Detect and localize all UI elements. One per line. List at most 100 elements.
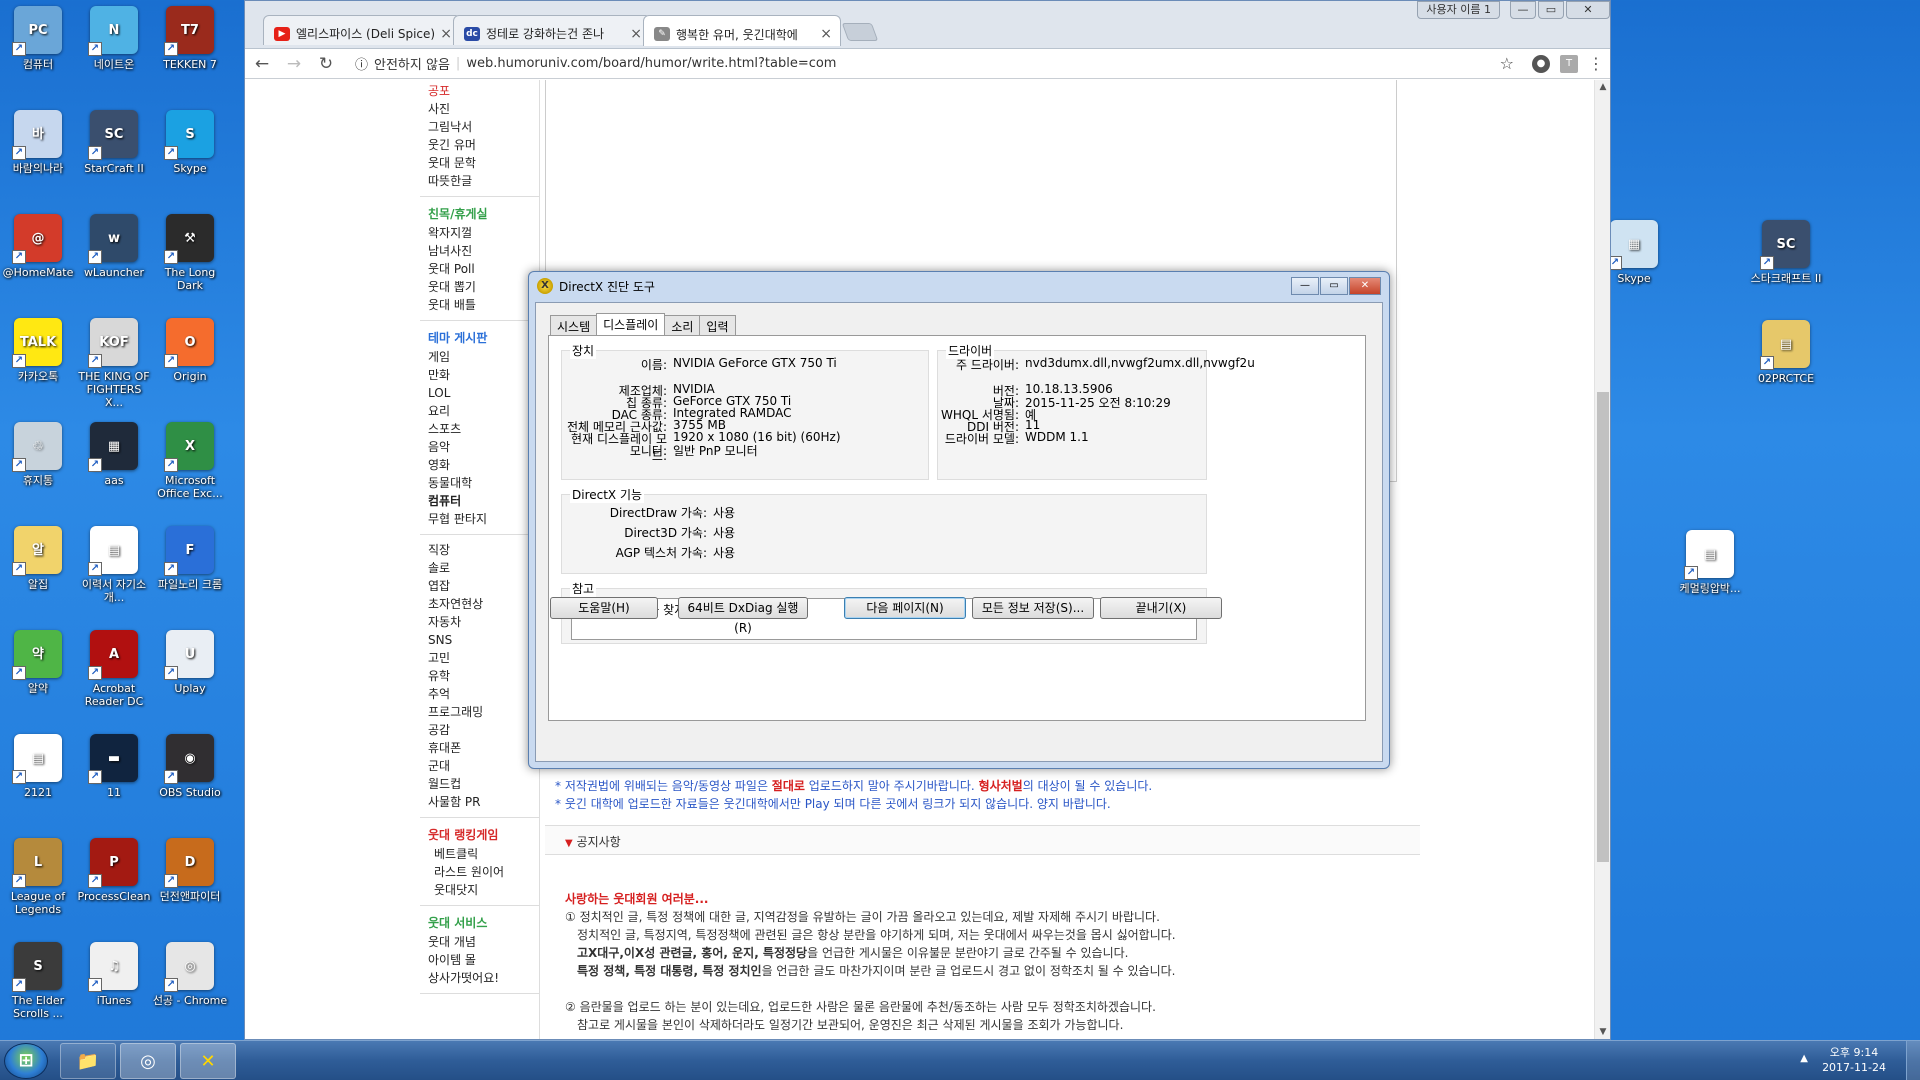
desktop-icon[interactable]: 바 ↗ 바람의나라 — [0, 110, 76, 175]
desktop-icon[interactable]: ◎ ↗ 선공 - Chrome — [152, 942, 228, 1007]
new-tab-button[interactable] — [841, 23, 879, 41]
desktop-icon[interactable]: @ ↗ @HomeMate — [0, 214, 76, 279]
user-profile-button[interactable]: 사용자 이름 1 — [1417, 1, 1500, 19]
close-button[interactable]: ✕ — [1349, 277, 1381, 295]
desktop-icon[interactable]: T7 ↗ TEKKEN 7 — [152, 6, 228, 71]
nav-item[interactable]: 솔로 — [420, 559, 539, 577]
desktop-icon[interactable]: TALK ↗ 카카오톡 — [0, 318, 76, 383]
desktop-icon[interactable]: P ↗ ProcessClean — [76, 838, 152, 903]
desktop-icon[interactable]: PC ↗ 컴퓨터 — [0, 6, 76, 71]
nav-item[interactable]: 라스트 원이어 — [420, 863, 539, 881]
nav-item[interactable]: 왁자지껄 — [420, 224, 539, 242]
dialog-titlebar[interactable]: X DirectX 진단 도구 — ▭ ✕ — [529, 272, 1389, 300]
page-scrollbar[interactable]: ▲ ▼ — [1594, 80, 1610, 1039]
taskbar-explorer[interactable]: 📁 — [60, 1043, 116, 1079]
nav-item[interactable]: 웃대 개념 — [420, 933, 539, 951]
desktop-icon[interactable]: ▤ ↗ 02PRCTCE — [1748, 320, 1824, 385]
desktop-icon[interactable]: O ↗ Origin — [152, 318, 228, 383]
nav-item[interactable]: 무협 판타지 — [420, 510, 539, 528]
nav-item[interactable]: 사진 — [420, 100, 539, 118]
tab-3[interactable]: ✎ 행복한 유머, 웃긴대학에 × — [643, 15, 841, 46]
maximize-button[interactable]: ▭ — [1320, 277, 1348, 295]
minimize-button[interactable]: — — [1510, 1, 1536, 19]
nav-item[interactable]: 그림낙서 — [420, 118, 539, 136]
close-icon[interactable]: × — [440, 26, 452, 42]
nav-item[interactable]: 영화 — [420, 456, 539, 474]
nav-item[interactable]: 엽잡 — [420, 577, 539, 595]
scroll-up-icon[interactable]: ▲ — [1595, 82, 1611, 92]
nav-item[interactable]: 공감 — [420, 721, 539, 739]
bookmark-star-icon[interactable]: ☆ — [1500, 54, 1514, 73]
scroll-thumb[interactable] — [1597, 392, 1609, 862]
close-icon[interactable]: × — [820, 26, 832, 42]
nav-item[interactable]: 웃대 뽑기 — [420, 278, 539, 296]
nav-item[interactable]: 만화 — [420, 366, 539, 384]
next-page-button[interactable]: 다음 페이지(N) — [844, 597, 966, 619]
back-icon[interactable]: ← — [251, 54, 273, 74]
desktop-icon[interactable]: U ↗ Uplay — [152, 630, 228, 695]
tab-2[interactable]: dc 정테로 강화하는건 존나 × — [453, 15, 651, 45]
nav-item[interactable]: 베트클릭 — [420, 845, 539, 863]
forward-icon[interactable]: → — [283, 54, 305, 74]
desktop-icon[interactable]: ♫ ↗ iTunes — [76, 942, 152, 1007]
nav-item[interactable]: 웃대 배틀 — [420, 296, 539, 314]
nav-item[interactable]: 월드컵 — [420, 775, 539, 793]
nav-item[interactable]: 프로그래밍 — [420, 703, 539, 721]
taskbar-dxdiag[interactable]: ✕ — [180, 1043, 236, 1079]
nav-item[interactable]: 웃대 문학 — [420, 154, 539, 172]
nav-item[interactable]: 자동차 — [420, 613, 539, 631]
nav-item[interactable]: 아이템 몰 — [420, 951, 539, 969]
url-text[interactable]: web.humoruniv.com/board/humor/write.html… — [466, 56, 1493, 71]
address-bar[interactable]: ⓘ 안전하지 않음 | web.humoruniv.com/board/humo… — [347, 52, 1522, 76]
start-button[interactable]: ⊞ — [4, 1043, 48, 1079]
nav-item[interactable]: 웃대 Poll — [420, 260, 539, 278]
info-icon[interactable]: ⓘ — [355, 54, 368, 73]
nav-item[interactable]: 상사가떳어요! — [420, 969, 539, 987]
desktop-icon[interactable]: ▤ ↗ 이력서 자기소개... — [76, 526, 152, 604]
nav-item[interactable]: 유학 — [420, 667, 539, 685]
nav-item[interactable]: 웃대닷지 — [420, 881, 539, 899]
desktop-icon[interactable]: 약 ↗ 알약 — [0, 630, 76, 695]
desktop-icon[interactable]: A ↗ Acrobat Reader DC — [76, 630, 152, 708]
show-desktop-button[interactable] — [1906, 1041, 1920, 1080]
desktop-icon[interactable]: ⚒ ↗ The Long Dark — [152, 214, 228, 292]
desktop-icon[interactable]: SC ↗ StarCraft II — [76, 110, 152, 175]
nav-item[interactable]: LOL — [420, 384, 539, 402]
nav-item[interactable]: 초자연현상 — [420, 595, 539, 613]
minimize-button[interactable]: — — [1291, 277, 1319, 295]
desktop-icon[interactable]: S ↗ The Elder Scrolls ... — [0, 942, 76, 1020]
run-64bit-button[interactable]: 64비트 DxDiag 실행(R) — [678, 597, 808, 635]
tray-expand-icon[interactable]: ▲ — [1800, 1053, 1808, 1064]
scroll-down-icon[interactable]: ▼ — [1595, 1027, 1611, 1037]
desktop-icon[interactable]: KOF ↗ THE KING OF FIGHTERS X... — [76, 318, 152, 409]
desktop-icon[interactable]: ▤ ↗ 2121 — [0, 734, 76, 799]
nav-item[interactable]: 직장 — [420, 541, 539, 559]
desktop-icon[interactable]: N ↗ 네이트온 — [76, 6, 152, 71]
notice-header[interactable]: ▼ 공지사항 — [545, 825, 1420, 855]
nav-item[interactable]: 컴퓨터 — [420, 492, 539, 510]
clock[interactable]: 오후 9:14 2017-11-24 — [1822, 1045, 1886, 1075]
tab-1[interactable]: ▶ 엘리스파이스 (Deli Spice) × — [263, 15, 461, 45]
nav-item[interactable]: 스포츠 — [420, 420, 539, 438]
nav-item[interactable]: 음악 — [420, 438, 539, 456]
maximize-button[interactable]: ▭ — [1538, 1, 1564, 19]
desktop-icon[interactable]: ▤ ↗ 케멀링압박... — [1672, 530, 1748, 595]
nav-item[interactable]: 사물함 PR — [420, 793, 539, 811]
translate-icon[interactable]: T — [1560, 54, 1578, 73]
desktop-icon[interactable]: X ↗ Microsoft Office Exc... — [152, 422, 228, 500]
nav-item[interactable]: 웃긴 유머 — [420, 136, 539, 154]
desktop-icon[interactable]: w ↗ wLauncher — [76, 214, 152, 279]
nav-item[interactable]: 공포 — [420, 82, 539, 100]
nav-item[interactable]: 동물대학 — [420, 474, 539, 492]
nav-item[interactable]: 요리 — [420, 402, 539, 420]
desktop-icon[interactable]: L ↗ League of Legends — [0, 838, 76, 916]
reload-icon[interactable]: ↻ — [315, 54, 337, 74]
desktop-icon[interactable]: ▬ ↗ 11 — [76, 734, 152, 799]
exit-button[interactable]: 끝내기(X) — [1100, 597, 1222, 619]
nav-item[interactable]: 휴대폰 — [420, 739, 539, 757]
desktop-icon[interactable]: SC ↗ 스타크래프트 II — [1748, 220, 1824, 285]
nav-item[interactable]: 게임 — [420, 348, 539, 366]
desktop-icon[interactable]: F ↗ 파일노리 크롬 — [152, 526, 228, 591]
desktop-icon[interactable]: ▦ ↗ aas — [76, 422, 152, 487]
nav-item[interactable]: SNS — [420, 631, 539, 649]
